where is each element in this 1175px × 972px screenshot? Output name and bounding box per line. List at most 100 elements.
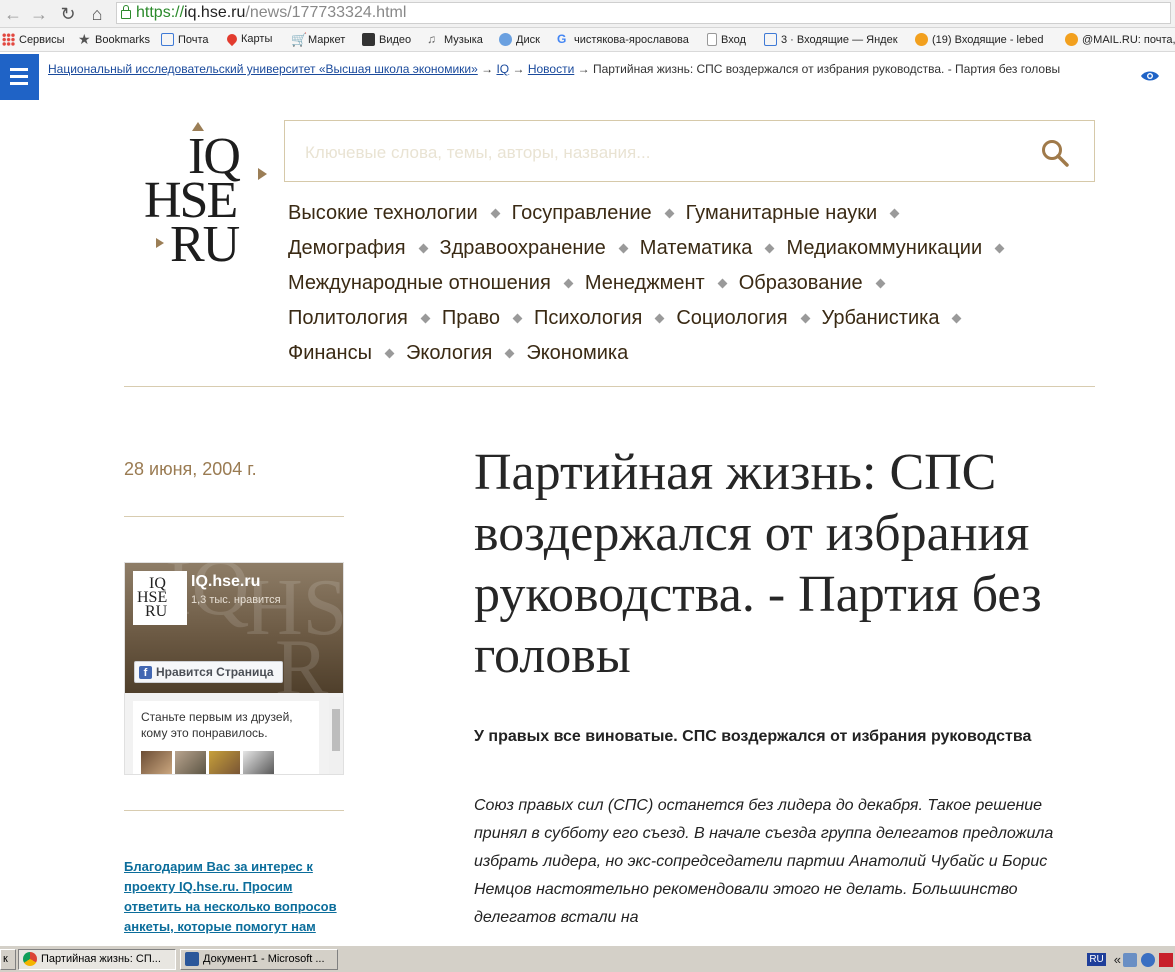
header-divider [124, 386, 1095, 387]
topic-link[interactable]: Социология [676, 307, 787, 330]
logo-line-ru: RU [170, 216, 240, 273]
topic-link[interactable]: Госуправление [512, 202, 652, 225]
facebook-page-thumbnail[interactable]: IQ HSE RU [133, 571, 187, 625]
topic-link[interactable]: Медиакоммуникации [786, 237, 982, 260]
bookmark-label: Видео [379, 33, 412, 46]
breadcrumb-link-hse[interactable]: Национальный исследовательский университ… [48, 62, 478, 76]
diamond-separator-icon [418, 243, 428, 254]
bookmark-label: Маркет [308, 33, 346, 46]
map-pin-icon [224, 31, 240, 47]
facebook-like-button[interactable]: f Нравится Страница [134, 661, 283, 683]
topic-link[interactable]: Политология [288, 307, 408, 330]
article-date: 28 июня, 2004 г. [124, 459, 257, 479]
topic-link[interactable]: Право [442, 307, 500, 330]
taskbar-item-chrome[interactable]: Партийная жизнь: СП... [18, 949, 176, 970]
bookmark-market[interactable]: 🛒 Маркет [291, 33, 345, 46]
url-bar[interactable]: https://iq.hse.ru/news/177733324.html [116, 2, 1171, 24]
bookmark-disk[interactable]: Диск [499, 33, 540, 46]
topic-link[interactable]: Менеджмент [585, 272, 705, 295]
breadcrumb-link-iq[interactable]: IQ [496, 62, 509, 76]
bookmark-maps[interactable]: Карты [224, 31, 273, 47]
start-label: к [3, 953, 8, 965]
menu-button[interactable] [0, 54, 39, 100]
topic-link[interactable]: Экономика [526, 342, 628, 365]
breadcrumb-arrow: → [577, 62, 590, 76]
bookmark-video[interactable]: Видео [362, 33, 411, 46]
bookmark-label: Вход [721, 33, 746, 46]
bookmark-label: Музыка [444, 33, 483, 46]
bookmark-yandex-inbox[interactable]: 3 · Входящие — Яндек [764, 33, 898, 46]
taskbar-item-word[interactable]: Документ1 - Microsoft ... [180, 949, 338, 970]
topic-link[interactable]: Образование [739, 272, 863, 295]
topic-link[interactable]: Демография [288, 237, 406, 260]
breadcrumb-arrow: → [481, 62, 494, 76]
widget-scrollbar[interactable] [329, 697, 343, 774]
topic-link[interactable]: Экология [406, 342, 492, 365]
topic-link[interactable]: Здравоохранение [440, 237, 606, 260]
search-input[interactable] [303, 139, 1007, 167]
diamond-separator-icon [994, 243, 1005, 254]
hamburger-line [10, 75, 28, 78]
language-indicator[interactable]: RU [1087, 953, 1106, 966]
survey-text: Благодарим Вас за интерес к проекту IQ.h… [124, 859, 337, 934]
bookmark-bookmarks[interactable]: ★ Bookmarks [78, 32, 150, 46]
antivirus-icon[interactable] [1159, 952, 1173, 967]
bookmark-services[interactable]: Сервисы [2, 33, 65, 46]
bookmark-label: Сервисы [19, 33, 65, 46]
facebook-friends-card: Станьте первым из друзей, кому это понра… [133, 701, 319, 774]
avatar[interactable] [209, 751, 240, 774]
topic-link[interactable]: Гуманитарные науки [686, 202, 878, 225]
topic-link[interactable]: Высокие технологии [288, 202, 478, 225]
logo-triangle-right-small [156, 238, 164, 248]
diamond-separator-icon [875, 278, 886, 289]
bookmark-label: Почта [178, 33, 209, 46]
browser-toolbar: ← → ↻ ⌂ https://iq.hse.ru/news/177733324… [0, 0, 1175, 28]
breadcrumb-link-news[interactable]: Новости [528, 62, 574, 76]
reload-icon[interactable]: ↻ [57, 3, 79, 25]
article-body: Союз правых сил (СПС) останется без лиде… [474, 797, 1054, 926]
topic-link[interactable]: Математика [640, 237, 753, 260]
avatar[interactable] [243, 751, 274, 774]
url-path: /news/177733324.html [245, 4, 407, 21]
search-icon[interactable] [1040, 138, 1070, 168]
avatar[interactable] [141, 751, 172, 774]
thumb-line-ru: RU [145, 603, 168, 620]
bookmark-mail[interactable]: Почта [161, 33, 209, 46]
bookmark-mailru[interactable]: @MAIL.RU: почта, [1065, 33, 1175, 46]
topic-row: Демография Здравоохранение Математика Ме… [288, 231, 1108, 266]
start-button[interactable]: к [0, 949, 16, 970]
diamond-separator-icon [664, 208, 675, 219]
facebook-like-count: 1,3 тыс. нравится [191, 594, 281, 606]
facebook-page-name[interactable]: IQ.hse.ru [191, 573, 260, 591]
topic-link[interactable]: Урбанистика [822, 307, 940, 330]
avatar[interactable] [175, 751, 206, 774]
bookmark-login[interactable]: Вход [707, 33, 746, 46]
diamond-separator-icon [800, 313, 810, 324]
home-icon[interactable]: ⌂ [86, 3, 108, 25]
topic-link[interactable]: Психология [534, 307, 642, 330]
topic-link[interactable]: Международные отношения [288, 272, 551, 295]
chrome-icon [23, 952, 37, 966]
sidebar-divider [124, 516, 344, 517]
back-arrow-icon[interactable]: ← [2, 3, 24, 25]
diamond-separator-icon [490, 208, 501, 219]
facebook-page-widget: IQ HS R IQ HSE RU IQ.hse.ru 1,3 тыс. нра… [124, 562, 344, 775]
bookmark-inbox-lebed[interactable]: (19) Входящие - lebed [915, 33, 1043, 46]
network-icon[interactable] [1123, 952, 1137, 967]
bookmark-music[interactable]: ♫ Музыка [427, 33, 483, 46]
topic-link[interactable]: Финансы [288, 342, 372, 365]
eye-icon[interactable] [1140, 70, 1160, 82]
word-icon [185, 952, 199, 966]
bookmark-label: Карты [241, 33, 273, 45]
site-logo[interactable]: IQ HSE RU [140, 118, 270, 278]
bookmark-google[interactable]: G чистякова-ярославова [557, 33, 689, 46]
tray-expand-icon[interactable]: « [1114, 952, 1121, 967]
diamond-separator-icon [654, 313, 665, 324]
cart-icon: 🛒 [291, 32, 308, 47]
taskbar-item-label: Партийная жизнь: СП... [41, 953, 161, 965]
scrollbar-thumb[interactable] [332, 709, 340, 751]
survey-link[interactable]: Благодарим Вас за интерес к проекту IQ.h… [124, 857, 349, 937]
diamond-separator-icon [504, 348, 515, 359]
forward-arrow-icon[interactable]: → [28, 3, 50, 25]
update-icon[interactable] [1141, 952, 1155, 967]
